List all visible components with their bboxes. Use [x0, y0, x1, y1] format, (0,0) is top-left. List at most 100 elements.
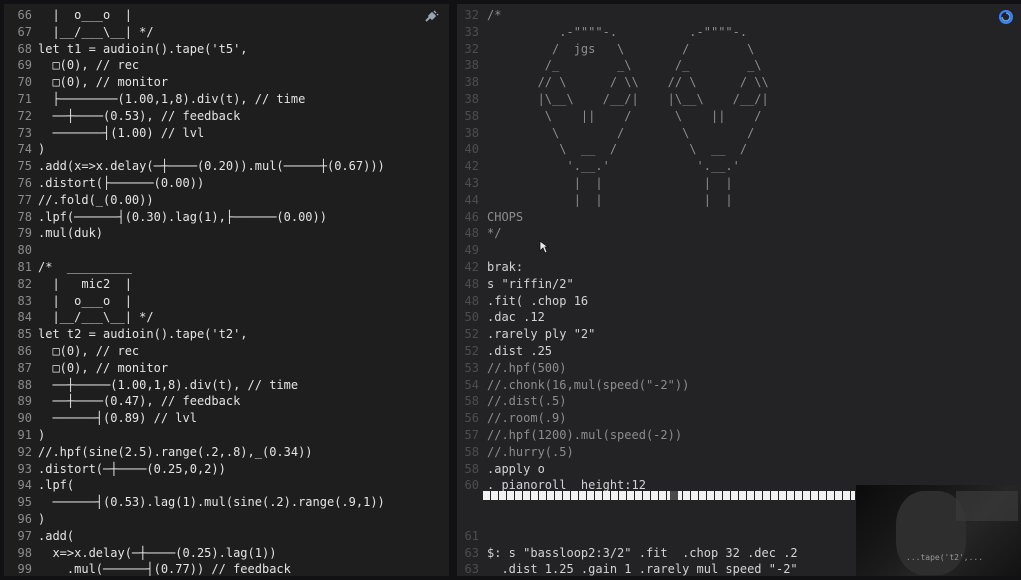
code-text[interactable]: □(0), // rec — [38, 344, 139, 358]
code-text[interactable]: .add( — [38, 529, 74, 543]
code-text[interactable]: |\__\ /__/| |\__\ /__/| — [487, 92, 769, 106]
code-text[interactable]: .rarely ply "2" — [487, 327, 595, 341]
code-text[interactable]: //.hpf(sine(2.5).range(.2,.8),_(0.34)) — [38, 445, 313, 459]
code-text[interactable]: //.fold(_(0.00)) — [38, 193, 154, 207]
code-text[interactable]: .dac .12 — [487, 310, 545, 324]
code-text[interactable]: .lpf(──────┤(0.30).lag(1),├──────(0.00)) — [38, 210, 327, 224]
code-text[interactable]: □(0), // monitor — [38, 361, 168, 375]
code-text[interactable]: //.chonk(16,mul(speed("-2")) — [487, 378, 689, 392]
code-text[interactable]: ) — [38, 428, 45, 442]
code-line[interactable]: 68 let t1 = audioin().tape('t5', — [4, 41, 449, 58]
code-text[interactable]: | | | | — [487, 193, 733, 207]
code-text[interactable]: | | | | — [487, 176, 733, 190]
code-line[interactable]: 54 //.chonk(16,mul(speed("-2")) — [457, 377, 1021, 394]
code-line[interactable]: 90 ──────┤(0.89) // lvl — [4, 410, 449, 427]
code-line[interactable]: 86 □(0), // rec — [4, 343, 449, 360]
code-text[interactable]: $: s "bassloop2:3/2" .fit .chop 32 .dec … — [487, 546, 798, 560]
code-line[interactable]: 94 .lpf( — [4, 477, 449, 494]
code-line[interactable]: 32 /* — [457, 7, 1021, 24]
code-line[interactable]: 78 .lpf(──────┤(0.30).lag(1),├──────(0.00… — [4, 209, 449, 226]
code-line[interactable]: 38 /_ _\ /_ _\ — [457, 57, 1021, 74]
code-line[interactable]: 66 | o___o | — [4, 7, 449, 24]
code-text[interactable]: ├────────(1.00,1,8).div(t), // time — [38, 92, 305, 106]
code-line[interactable]: 56 //.room(.9) — [457, 410, 1021, 427]
code-line[interactable]: 80 — [4, 242, 449, 259]
code-line[interactable]: 73 ───────┤(1.00) // lvl — [4, 125, 449, 142]
code-line[interactable]: 95 ──────┤(0.53).lag(1).mul(sine(.2).ran… — [4, 494, 449, 511]
code-line[interactable]: 93 .distort(─┼────(0.25,0,2)) — [4, 461, 449, 478]
code-text[interactable]: /* — [487, 8, 501, 22]
code-line[interactable]: 72 ──┼────(0.53), // feedback — [4, 108, 449, 125]
left-code-area[interactable]: 66 | o___o | 67 |__/___\__| */68 let t1 = … — [4, 7, 449, 576]
code-text[interactable]: //.hurry(.5) — [487, 445, 574, 459]
code-line[interactable]: 75 .add(x=>x.delay(─┼────(0.20)).mul(────… — [4, 158, 449, 175]
code-text[interactable]: //.hpf(500) — [487, 361, 566, 375]
code-text[interactable]: //.dist(.5) — [487, 394, 566, 408]
code-text[interactable]: let t2 = audioin().tape('t2', — [38, 327, 248, 341]
code-text[interactable]: .lpf( — [38, 478, 74, 492]
code-text[interactable]: .apply o — [487, 462, 545, 476]
code-text[interactable]: | o___o | — [38, 8, 131, 22]
code-line[interactable]: 40 \ __ / \ __ / — [457, 141, 1021, 158]
code-text[interactable]: /_ _\ /_ _\ — [487, 58, 762, 72]
code-line[interactable]: 82 | mic2 | — [4, 276, 449, 293]
code-text[interactable]: .dist .25 — [487, 344, 552, 358]
code-line[interactable]: 53 //.hpf(500) — [457, 360, 1021, 377]
code-line[interactable]: 83 | o___o | — [4, 293, 449, 310]
left-editor-pane[interactable]: 66 | o___o | 67 |__/___\__| */68 let t1 = … — [4, 4, 449, 576]
code-text[interactable]: .-""""-. .-""""-. — [487, 25, 747, 39]
right-editor-pane[interactable]: 32/* 33 .-""""-. .-""""-. 32 / jgs \ / \ 38… — [457, 4, 1021, 576]
plug-icon[interactable] — [423, 10, 439, 24]
code-text[interactable]: CHOPS — [487, 210, 523, 224]
code-line[interactable]: 58 \ || / \ || / — [457, 108, 1021, 125]
code-line[interactable]: 81 /* _________ — [4, 259, 449, 276]
code-text[interactable]: ───────┤(1.00) // lvl — [38, 126, 204, 140]
code-line[interactable]: 48 s "riffin/2" — [457, 276, 1021, 293]
code-line[interactable]: 58 //.hurry(.5) — [457, 444, 1021, 461]
code-line[interactable]: 48 .fit( .chop 16 — [457, 293, 1021, 310]
code-line[interactable]: 52 .dist .25 — [457, 343, 1021, 360]
code-text[interactable]: .mul(──────┤(0.77)) // feedback — [38, 562, 291, 576]
code-line[interactable]: 74) — [4, 141, 449, 158]
code-line[interactable]: 88 ──┼─────(1.00,1,8).div(t), // time — [4, 377, 449, 394]
code-line[interactable]: 43 | | | | — [457, 175, 1021, 192]
code-text[interactable]: //.hpf(1200).mul(speed(-2)) — [487, 428, 682, 442]
code-line[interactable]: 42 brak: — [457, 259, 1021, 276]
code-line[interactable]: 91) — [4, 427, 449, 444]
code-text[interactable]: □(0), // rec — [38, 58, 139, 72]
code-line[interactable]: 85 let t2 = audioin().tape('t2', — [4, 326, 449, 343]
code-text[interactable]: |__/___\__| */ — [38, 25, 153, 39]
code-line[interactable]: 70 □(0), // monitor — [4, 74, 449, 91]
code-line[interactable]: 52 .rarely ply "2" — [457, 326, 1021, 343]
code-line[interactable]: 89 ──┼────(0.47), // feedback — [4, 393, 449, 410]
code-text[interactable]: // \ / \\ // \ / \\ — [487, 75, 769, 89]
code-line[interactable]: 76 .distort(├──────(0.00)) — [4, 175, 449, 192]
code-text[interactable]: */ — [487, 226, 501, 240]
code-text[interactable]: \ / \ / — [487, 126, 754, 140]
code-line[interactable]: 50 .dac .12 — [457, 309, 1021, 326]
code-line[interactable]: 77 //.fold(_(0.00)) — [4, 192, 449, 209]
code-text[interactable]: \ __ / \ __ / — [487, 142, 747, 156]
code-line[interactable]: 42 '.__.' '.__.' — [457, 158, 1021, 175]
code-line[interactable]: 38 // \ / \\ // \ / \\ — [457, 74, 1021, 91]
code-line[interactable]: 69 □(0), // rec — [4, 57, 449, 74]
code-line[interactable]: 99 .mul(──────┤(0.77)) // feedback — [4, 561, 449, 576]
code-text[interactable]: ) — [38, 142, 45, 156]
code-line[interactable]: 79 .mul(duk) — [4, 225, 449, 242]
code-line[interactable]: 84 |__/___\__| */ — [4, 309, 449, 326]
code-line[interactable]: 33 .-""""-. .-""""-. — [457, 24, 1021, 41]
code-text[interactable]: //.room(.9) — [487, 411, 566, 425]
code-line[interactable]: 58 .apply o — [457, 461, 1021, 478]
code-text[interactable]: ──────┤(0.53).lag(1).mul(sine(.2).range(… — [38, 495, 384, 509]
code-line[interactable]: 98 x=>x.delay(─┼────(0.25).lag(1)) — [4, 545, 449, 562]
code-line[interactable]: 58 //.dist(.5) — [457, 393, 1021, 410]
code-line[interactable]: 38 \ / \ / — [457, 125, 1021, 142]
code-text[interactable]: s "riffin/2" — [487, 277, 574, 291]
code-text[interactable]: ──────┤(0.89) // lvl — [38, 411, 197, 425]
code-line[interactable]: 67 |__/___\__| */ — [4, 24, 449, 41]
code-text[interactable]: brak: — [487, 260, 523, 274]
code-text[interactable]: ──┼────(0.47), // feedback — [38, 394, 240, 408]
code-line[interactable]: 87 □(0), // monitor — [4, 360, 449, 377]
code-line[interactable]: 92 //.hpf(sine(2.5).range(.2,.8),_(0.34)) — [4, 444, 449, 461]
code-text[interactable]: ──┼────(0.53), // feedback — [38, 109, 240, 123]
